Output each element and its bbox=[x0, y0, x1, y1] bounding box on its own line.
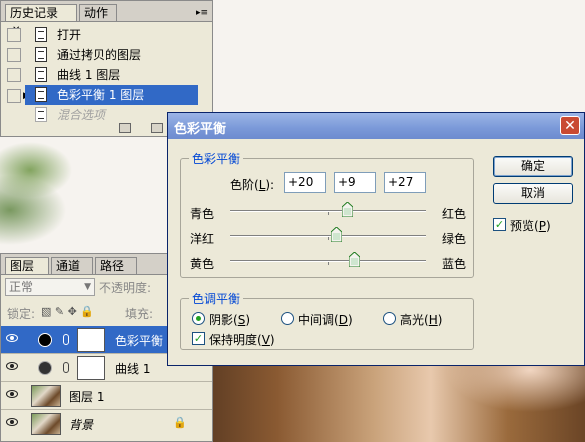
layer-name: 背景 bbox=[69, 418, 94, 432]
levels-label: 色阶(L): bbox=[230, 178, 275, 192]
document-icon bbox=[35, 87, 47, 102]
group-title: 色调平衡 bbox=[189, 290, 244, 307]
tab-paths-label: 路径 bbox=[100, 259, 125, 273]
link-icon[interactable] bbox=[63, 334, 69, 345]
tab-actions[interactable]: 动作 bbox=[79, 4, 117, 21]
tab-history[interactable]: 历史记录 ✕ bbox=[5, 4, 77, 36]
slider-left-label: 黄色 bbox=[190, 257, 215, 271]
level-input-cyan-red[interactable]: +20 bbox=[284, 172, 326, 193]
tab-layers-label: 图层 bbox=[10, 259, 35, 273]
layer-name: 色彩平衡 bbox=[115, 334, 164, 348]
eye-icon[interactable] bbox=[6, 390, 18, 398]
panel-menu-icon[interactable]: ▸≡ bbox=[196, 8, 208, 18]
document-icon bbox=[35, 107, 47, 122]
canvas-photo bbox=[200, 360, 585, 442]
tab-paths[interactable]: 路径 bbox=[95, 257, 137, 274]
history-item[interactable]: 曲线 1 图层 bbox=[5, 65, 198, 85]
tab-actions-label: 动作 bbox=[84, 6, 109, 20]
shadows-radio[interactable] bbox=[192, 312, 205, 325]
link-icon[interactable] bbox=[63, 362, 69, 373]
document-icon bbox=[35, 67, 47, 82]
close-button[interactable]: ✕ bbox=[560, 116, 580, 135]
blend-mode-value: 正常 bbox=[9, 280, 34, 294]
snapshot-source-checkbox[interactable] bbox=[7, 89, 21, 103]
preview-checkbox[interactable]: ✓ bbox=[493, 218, 506, 231]
preview-label: 预览(P) bbox=[510, 219, 551, 233]
history-tabbar: 历史记录 ✕ 动作 ▸≡ bbox=[1, 1, 212, 36]
history-item-selected[interactable]: 色彩平衡 1 图层 bbox=[25, 85, 198, 105]
slider-center-tick bbox=[328, 212, 329, 215]
layer-thumbnail[interactable] bbox=[31, 385, 61, 407]
dialog-title: 色彩平衡 bbox=[174, 122, 227, 137]
eye-icon[interactable] bbox=[6, 418, 18, 426]
history-item-label: 通过拷贝的图层 bbox=[57, 48, 142, 62]
snapshot-source-checkbox[interactable] bbox=[7, 28, 21, 42]
snapshot-source-checkbox[interactable] bbox=[7, 68, 21, 82]
adjustment-icon bbox=[38, 361, 52, 375]
tab-channels-label: 通道 bbox=[56, 259, 81, 273]
group-title: 色彩平衡 bbox=[189, 150, 244, 167]
slider-thumb[interactable] bbox=[348, 252, 360, 267]
layer-mask-thumbnail[interactable] bbox=[77, 328, 105, 352]
layer-thumbnail[interactable] bbox=[31, 413, 61, 435]
history-item[interactable]: 打开 bbox=[5, 25, 198, 45]
eye-icon[interactable] bbox=[6, 334, 18, 342]
opacity-label: 不透明度: bbox=[99, 281, 152, 295]
preserve-luminosity-checkbox[interactable]: ✓ bbox=[192, 332, 205, 345]
layer-row[interactable]: 图层 1 bbox=[1, 382, 212, 410]
slider-left-label: 青色 bbox=[190, 207, 215, 221]
history-item-label: 打开 bbox=[57, 28, 82, 42]
snapshot-source-checkbox[interactable] bbox=[7, 48, 21, 62]
preserve-luminosity-label: 保持明度(V) bbox=[209, 333, 275, 347]
ok-button[interactable]: 确定 bbox=[493, 156, 573, 177]
camera-icon[interactable] bbox=[151, 123, 163, 133]
tab-channels[interactable]: 通道 bbox=[51, 257, 93, 274]
layer-row[interactable]: 背景 🔒 bbox=[1, 410, 212, 438]
slider-thumb[interactable] bbox=[331, 227, 343, 242]
highlights-radio[interactable] bbox=[383, 312, 396, 325]
level-input-magenta-green[interactable]: +9 bbox=[334, 172, 376, 193]
lock-icon: 🔒 bbox=[173, 416, 187, 429]
layer-mask-thumbnail[interactable] bbox=[77, 356, 105, 380]
blend-mode-select[interactable]: 正常 ▼ bbox=[5, 278, 95, 296]
dialog-titlebar[interactable]: 色彩平衡 ✕ bbox=[168, 113, 584, 139]
new-document-icon[interactable] bbox=[119, 123, 131, 133]
tab-history-label: 历史记录 bbox=[10, 6, 59, 20]
slider-right-label: 绿色 bbox=[442, 232, 467, 246]
adjustment-icon bbox=[38, 333, 52, 347]
lock-options-icons[interactable]: ▧ ✎ ✥ 🔒 bbox=[41, 305, 94, 318]
slider-right-label: 蓝色 bbox=[442, 257, 467, 271]
document-icon bbox=[35, 47, 47, 62]
history-item-label: 曲线 1 图层 bbox=[57, 68, 121, 82]
layer-name: 图层 1 bbox=[69, 390, 105, 404]
cancel-button[interactable]: 取消 bbox=[493, 183, 573, 204]
slider-center-tick bbox=[328, 262, 329, 265]
fill-label: 填充: bbox=[125, 307, 154, 321]
document-icon bbox=[35, 27, 47, 42]
history-item-label: 色彩平衡 1 图层 bbox=[57, 88, 145, 102]
highlights-label: 高光(H) bbox=[400, 313, 443, 327]
layer-name: 曲线 1 bbox=[115, 362, 151, 376]
lock-label: 锁定: bbox=[7, 307, 36, 321]
history-item-label: 混合选项 bbox=[57, 108, 106, 122]
slider-thumb[interactable] bbox=[342, 202, 354, 217]
chevron-down-icon: ▼ bbox=[84, 282, 91, 292]
midtones-label: 中间调(D) bbox=[298, 313, 353, 327]
level-input-yellow-blue[interactable]: +27 bbox=[384, 172, 426, 193]
slider-left-label: 洋红 bbox=[190, 232, 215, 246]
history-item[interactable]: 通过拷贝的图层 bbox=[5, 45, 198, 65]
slider-center-tick bbox=[328, 237, 329, 240]
slider-right-label: 红色 bbox=[442, 207, 467, 221]
midtones-radio[interactable] bbox=[281, 312, 294, 325]
tab-layers[interactable]: 图层 ✕ bbox=[5, 257, 49, 289]
close-icon: ✕ bbox=[564, 118, 576, 134]
shadows-label: 阴影(S) bbox=[209, 313, 250, 327]
color-balance-dialog: 色彩平衡 ✕ 色彩平衡 色阶(L): +20 +9 +27 青色 红色 洋红 绿… bbox=[167, 112, 585, 366]
eye-icon[interactable] bbox=[6, 362, 18, 370]
